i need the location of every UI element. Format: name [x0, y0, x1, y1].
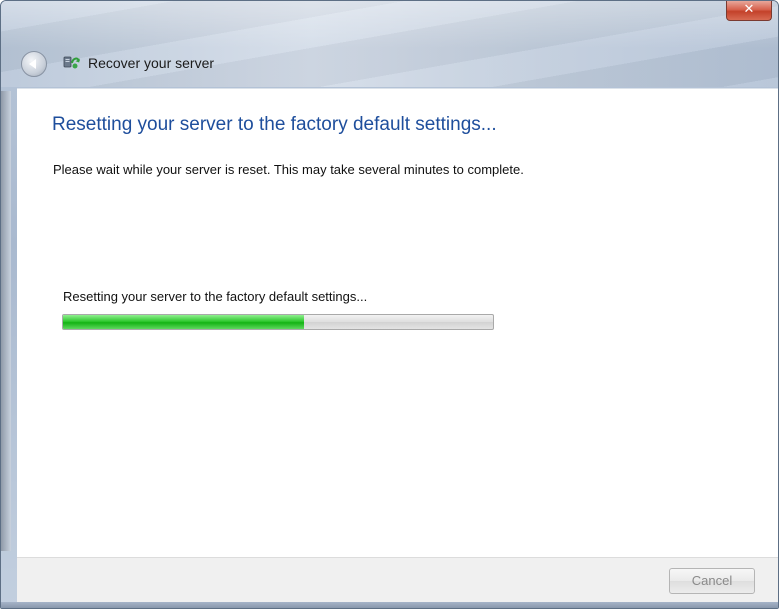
- progress-bar-fill: [63, 315, 304, 329]
- progress-bar: [62, 314, 494, 330]
- footer-bar: Cancel: [17, 557, 778, 603]
- title-bar: ✕ Recover your server: [1, 1, 778, 87]
- window-frame-edge: [1, 91, 11, 551]
- window-frame-bottom: [1, 602, 778, 608]
- page-heading: Resetting your server to the factory def…: [52, 114, 497, 135]
- close-icon: ✕: [743, 2, 755, 17]
- back-button[interactable]: [21, 51, 47, 77]
- close-button[interactable]: ✕: [726, 1, 772, 21]
- window-title: Recover your server: [88, 55, 215, 71]
- recover-server-window: ✕ Recover your server Resetting your ser…: [0, 0, 779, 609]
- cancel-button[interactable]: Cancel: [669, 568, 755, 594]
- main-content: Resetting your server to the factory def…: [17, 88, 778, 558]
- progress-label: Resetting your server to the factory def…: [63, 289, 368, 304]
- page-description: Please wait while your server is reset. …: [53, 162, 524, 177]
- server-recovery-icon: [63, 56, 80, 69]
